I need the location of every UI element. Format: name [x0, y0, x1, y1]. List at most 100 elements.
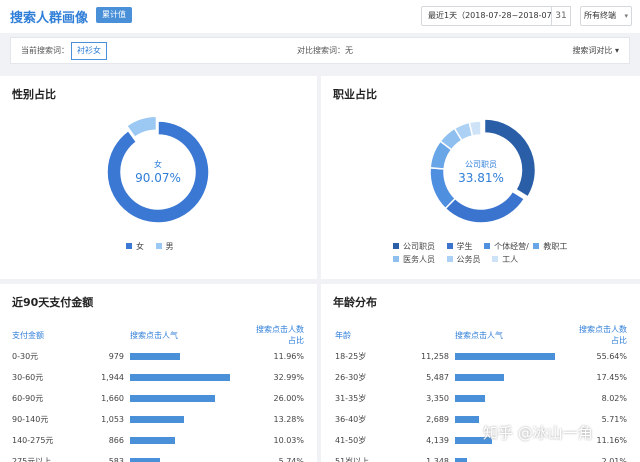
- gender-center-label: 女: [154, 160, 162, 169]
- row-percent: 8.02%: [601, 394, 627, 403]
- row-bar-cell: [130, 430, 250, 451]
- row-popularity: 4,139: [426, 436, 449, 445]
- column-header[interactable]: 支付金额: [12, 324, 92, 346]
- row-popularity: 3,350: [426, 394, 449, 403]
- row-bar-cell: [455, 451, 573, 462]
- row-percent: 2.01%: [601, 457, 627, 462]
- occupation-panel-title: 职业占比: [333, 88, 377, 101]
- row-bar-cell: [130, 409, 250, 430]
- occupation-panel: 职业占比 公司职员 33.81% 公司职员 学生 个体经营/ 教职工 医务人员 …: [321, 76, 640, 279]
- legend-item-female[interactable]: 女: [126, 241, 144, 252]
- row-popularity: 1,944: [101, 373, 124, 382]
- popularity-bar: [130, 374, 230, 381]
- popularity-bar: [455, 374, 504, 381]
- column-header[interactable]: 搜索点击人数占比: [250, 324, 304, 346]
- table-row: 60-90元 1,660 26.00%: [12, 388, 304, 409]
- payment-panel: 近90天支付金额 支付金额 搜索点击人气 搜索点击人数占比 0-30元 979 11…: [0, 284, 317, 462]
- legend-item-office[interactable]: 公司职员: [393, 240, 435, 253]
- legend-item-male[interactable]: 男: [155, 241, 174, 252]
- row-popularity: 5,487: [426, 373, 449, 382]
- occupation-center: 公司职员 33.81%: [431, 159, 531, 185]
- column-header[interactable]: 搜索点击人气: [455, 324, 573, 346]
- row-range: 275元以上: [12, 457, 52, 462]
- terminal-select[interactable]: 所有终端 ▾: [580, 6, 632, 26]
- date-range-picker[interactable]: 最近1天（2018-07-28~2018-07-28） 31: [421, 6, 573, 26]
- chevron-down-icon: ▾: [614, 46, 619, 55]
- row-percent: 5.74%: [278, 457, 304, 462]
- row-percent: 10.03%: [273, 436, 304, 445]
- cumulative-badge[interactable]: 累计值: [96, 7, 132, 23]
- gender-donut-chart: [106, 115, 210, 224]
- row-range: 41-50岁: [335, 436, 367, 445]
- row-range: 26-30岁: [335, 373, 367, 382]
- table-header-row: 支付金额 搜索点击人气 搜索点击人数占比: [12, 324, 304, 346]
- popularity-bar: [130, 458, 160, 462]
- current-keyword-tag[interactable]: 衬衫女: [71, 42, 107, 60]
- legend-item-worker[interactable]: 工人: [492, 253, 518, 266]
- page-title: 搜索人群画像: [10, 11, 89, 26]
- column-header[interactable]: 搜索点击人气: [130, 324, 250, 346]
- row-bar-cell: [455, 388, 573, 409]
- keyword-compare-label: 搜索词对比: [572, 46, 613, 55]
- row-percent: 11.96%: [273, 352, 304, 361]
- gender-center: 女 90.07%: [108, 159, 208, 185]
- popularity-bar: [455, 416, 479, 423]
- table-row: 140-275元 866 10.03%: [12, 430, 304, 451]
- row-percent: 55.64%: [596, 352, 627, 361]
- table-row: 30-60元 1,944 32.99%: [12, 367, 304, 388]
- row-bar-cell: [130, 388, 250, 409]
- age-panel-title: 年龄分布: [333, 296, 377, 309]
- table-row: 90-140元 1,053 13.28%: [12, 409, 304, 430]
- table-row: 275元以上 583 5.74%: [12, 451, 304, 462]
- gender-panel: 性别占比 女 90.07% 女 男: [0, 76, 317, 279]
- row-range: 30-60元: [12, 373, 44, 382]
- page-header: 搜索人群画像 累计值 最近1天（2018-07-28~2018-07-28） 3…: [0, 0, 640, 33]
- row-bar-cell: [130, 367, 250, 388]
- row-popularity: 11,258: [421, 352, 449, 361]
- row-range: 0-30元: [12, 352, 39, 361]
- table-row: 18-25岁 11,258 55.64%: [335, 346, 627, 367]
- chevron-down-icon: ▾: [624, 12, 628, 20]
- keyword-compare-button[interactable]: 搜索词对比 ▾: [572, 45, 619, 56]
- occupation-legend: 公司职员 学生 个体经营/ 教职工 医务人员 公务员 工人: [393, 240, 593, 266]
- row-popularity: 1,660: [101, 394, 124, 403]
- row-percent: 32.99%: [273, 373, 304, 382]
- row-popularity: 2,689: [426, 415, 449, 424]
- calendar-icon[interactable]: 31: [551, 6, 571, 26]
- row-popularity: 866: [108, 436, 124, 445]
- gender-panel-title: 性别占比: [12, 88, 56, 101]
- column-header[interactable]: 搜索点击人数占比: [573, 324, 627, 346]
- legend-item-self-employed[interactable]: 个体经营/: [484, 240, 529, 253]
- row-bar-cell: [130, 451, 250, 462]
- legend-item-student[interactable]: 学生: [446, 240, 473, 253]
- popularity-bar: [455, 353, 555, 360]
- legend-item-teacher[interactable]: 教职工: [533, 240, 567, 253]
- row-range: 18-25岁: [335, 352, 367, 361]
- popularity-bar: [130, 395, 215, 402]
- row-bar-cell: [455, 367, 573, 388]
- legend-item-medical[interactable]: 医务人员: [393, 253, 435, 266]
- payment-table: 支付金额 搜索点击人气 搜索点击人数占比 0-30元 979 11.96% 30-60…: [12, 324, 304, 462]
- occupation-center-value: 33.81%: [458, 171, 504, 185]
- table-row: 51岁以上 1,348 2.01%: [335, 451, 627, 462]
- donut-slice-1[interactable]: [444, 190, 526, 224]
- terminal-select-value: 所有终端: [584, 11, 616, 20]
- popularity-bar: [455, 458, 467, 462]
- legend-item-civil-servant[interactable]: 公务员: [446, 253, 481, 266]
- donut-slice-0[interactable]: [483, 118, 537, 198]
- row-percent: 17.45%: [596, 373, 627, 382]
- row-percent: 26.00%: [273, 394, 304, 403]
- watermark-text: 知乎 @冰山一角: [483, 424, 593, 442]
- row-range: 90-140元: [12, 415, 49, 424]
- popularity-bar: [130, 353, 180, 360]
- gender-legend: 女 男: [126, 241, 183, 252]
- row-range: 31-35岁: [335, 394, 367, 403]
- row-bar-cell: [130, 346, 250, 367]
- current-keyword-label: 当前搜索词：: [21, 46, 69, 55]
- table-row: 26-30岁 5,487 17.45%: [335, 367, 627, 388]
- column-header[interactable]: 年龄: [335, 324, 415, 346]
- table-header-row: 年龄 搜索点击人气 搜索点击人数占比: [335, 324, 627, 346]
- table-row: 31-35岁 3,350 8.02%: [335, 388, 627, 409]
- row-range: 140-275元: [12, 436, 54, 445]
- occupation-center-label: 公司职员: [465, 160, 497, 169]
